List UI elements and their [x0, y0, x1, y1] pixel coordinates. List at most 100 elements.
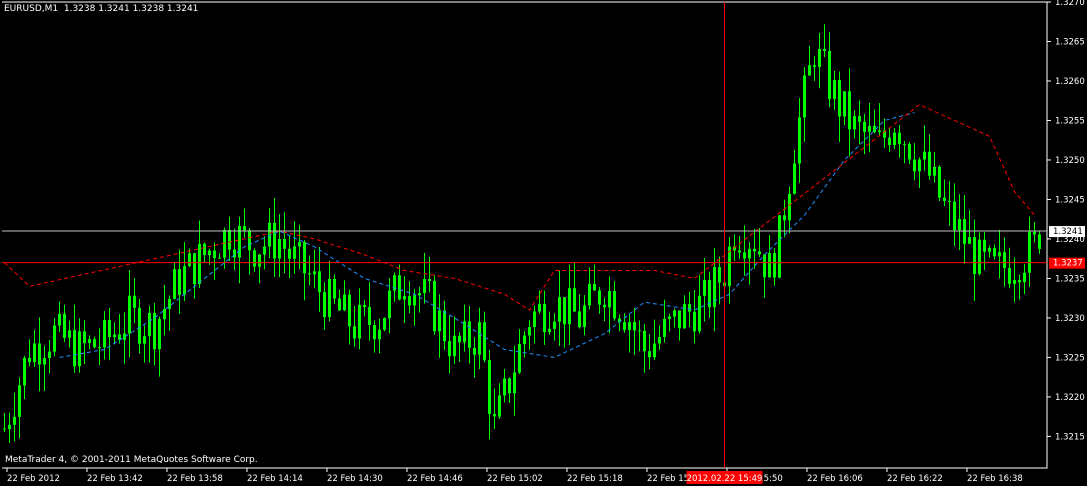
- candle-body: [203, 243, 206, 256]
- candle-body: [603, 304, 606, 308]
- candle-body: [898, 132, 901, 145]
- candle-body: [533, 311, 536, 327]
- candle-body: [133, 295, 136, 308]
- candle-body: [413, 295, 416, 306]
- candle-body: [153, 313, 156, 350]
- candle-body: [758, 251, 761, 255]
- candle-body: [328, 278, 331, 318]
- candle-body: [228, 229, 231, 250]
- y-tick-label: 1.3235: [1055, 274, 1085, 284]
- candle-body: [58, 313, 61, 326]
- price-chart[interactable]: 1.3270 1.3265 1.3260 1.3255 1.3250 1.3245 1.32…: [0, 0, 1087, 486]
- candle-body: [593, 284, 596, 291]
- symbol-header: EURUSD,M1 1.3238 1.3241 1.3238 1.3241: [4, 4, 198, 14]
- candle-body: [178, 269, 181, 295]
- candle-body: [473, 347, 476, 355]
- candle-body: [1028, 231, 1031, 273]
- candle-body: [768, 253, 771, 278]
- candle-body: [138, 307, 141, 344]
- candle-body: [588, 284, 591, 306]
- candle-body: [903, 143, 906, 145]
- copyright-text: MetaTrader 4, © 2001-2011 MetaQuotes Sof…: [5, 455, 258, 465]
- candle-body: [98, 347, 101, 349]
- crosshair-price-label: 1.3237: [1053, 259, 1083, 269]
- x-tick-label: 22 Feb 16:38: [967, 474, 1023, 484]
- candle-body: [453, 335, 456, 357]
- candle-body: [668, 316, 671, 319]
- y-tick-label: 1.3250: [1055, 156, 1085, 166]
- candle-body: [923, 151, 926, 160]
- candle-body: [833, 80, 836, 99]
- candle-body: [568, 288, 571, 325]
- candle-body: [938, 166, 941, 198]
- candle-body: [1033, 231, 1036, 235]
- candle-body: [748, 248, 751, 259]
- candle-body: [183, 266, 186, 295]
- y-tick-label: 1.3215: [1055, 432, 1085, 442]
- candle-body: [38, 343, 41, 365]
- y-tick-label: 1.3230: [1055, 314, 1085, 324]
- candle-body: [933, 166, 936, 176]
- candle-body: [48, 351, 51, 359]
- candle-body: [213, 250, 216, 259]
- candle-body: [753, 248, 756, 252]
- crosshair-time-label: 2012.02.22 15:49: [687, 474, 763, 484]
- candle-body: [553, 321, 556, 329]
- candle-body: [1013, 280, 1016, 284]
- x-tick-label: 22 Feb 15:02: [487, 474, 543, 484]
- candle-body: [43, 358, 46, 365]
- chart-background: [0, 0, 1087, 486]
- candle-body: [193, 253, 196, 285]
- candle-body: [323, 292, 326, 318]
- x-tick-label: 22 Feb 2012: [7, 474, 60, 484]
- candle-body: [743, 252, 746, 259]
- candle-body: [663, 318, 666, 338]
- candle-body: [853, 116, 856, 130]
- candle-body: [498, 395, 501, 417]
- candle-body: [1038, 234, 1041, 249]
- candle-body: [573, 288, 576, 312]
- candle-body: [418, 293, 421, 296]
- candle-body: [148, 313, 151, 337]
- candle-body: [948, 200, 951, 202]
- candle-body: [973, 237, 976, 274]
- candle-body: [358, 304, 361, 339]
- candle-body: [288, 248, 291, 259]
- candle-body: [538, 303, 541, 312]
- candle-body: [338, 298, 341, 311]
- candle-body: [608, 291, 611, 308]
- candle-body: [308, 273, 311, 275]
- candle-body: [818, 48, 821, 67]
- y-tick-label: 1.3265: [1055, 37, 1085, 47]
- candle-body: [278, 239, 281, 259]
- candle-body: [633, 322, 636, 331]
- candle-body: [703, 280, 706, 296]
- candle-body: [103, 320, 106, 348]
- candle-body: [778, 215, 781, 278]
- candle-body: [518, 344, 521, 373]
- candle-body: [218, 257, 221, 259]
- candle-body: [503, 378, 506, 396]
- candle-body: [13, 416, 16, 425]
- x-tick-label: 22 Feb 13:42: [87, 474, 143, 484]
- candle-body: [658, 337, 661, 344]
- ohlc-values: 1.3238 1.3241 1.3238 1.3241: [63, 4, 199, 14]
- candle-body: [408, 296, 411, 306]
- candle-body: [1003, 252, 1006, 268]
- candle-body: [788, 193, 791, 221]
- candle-body: [173, 269, 176, 299]
- candle-body: [438, 310, 441, 332]
- candle-body: [493, 413, 496, 417]
- candle-body: [433, 281, 436, 332]
- x-tick-label: 22 Feb 13:58: [167, 474, 223, 484]
- candle-body: [958, 219, 961, 231]
- candle-body: [423, 279, 426, 294]
- x-tick-label: 22 Feb 14:14: [247, 474, 303, 484]
- candle-body: [683, 304, 686, 329]
- candle-body: [738, 250, 741, 253]
- candle-body: [253, 250, 256, 267]
- candle-body: [458, 335, 461, 343]
- candle-body: [558, 297, 561, 322]
- candle-body: [508, 378, 511, 394]
- candle-body: [313, 271, 316, 275]
